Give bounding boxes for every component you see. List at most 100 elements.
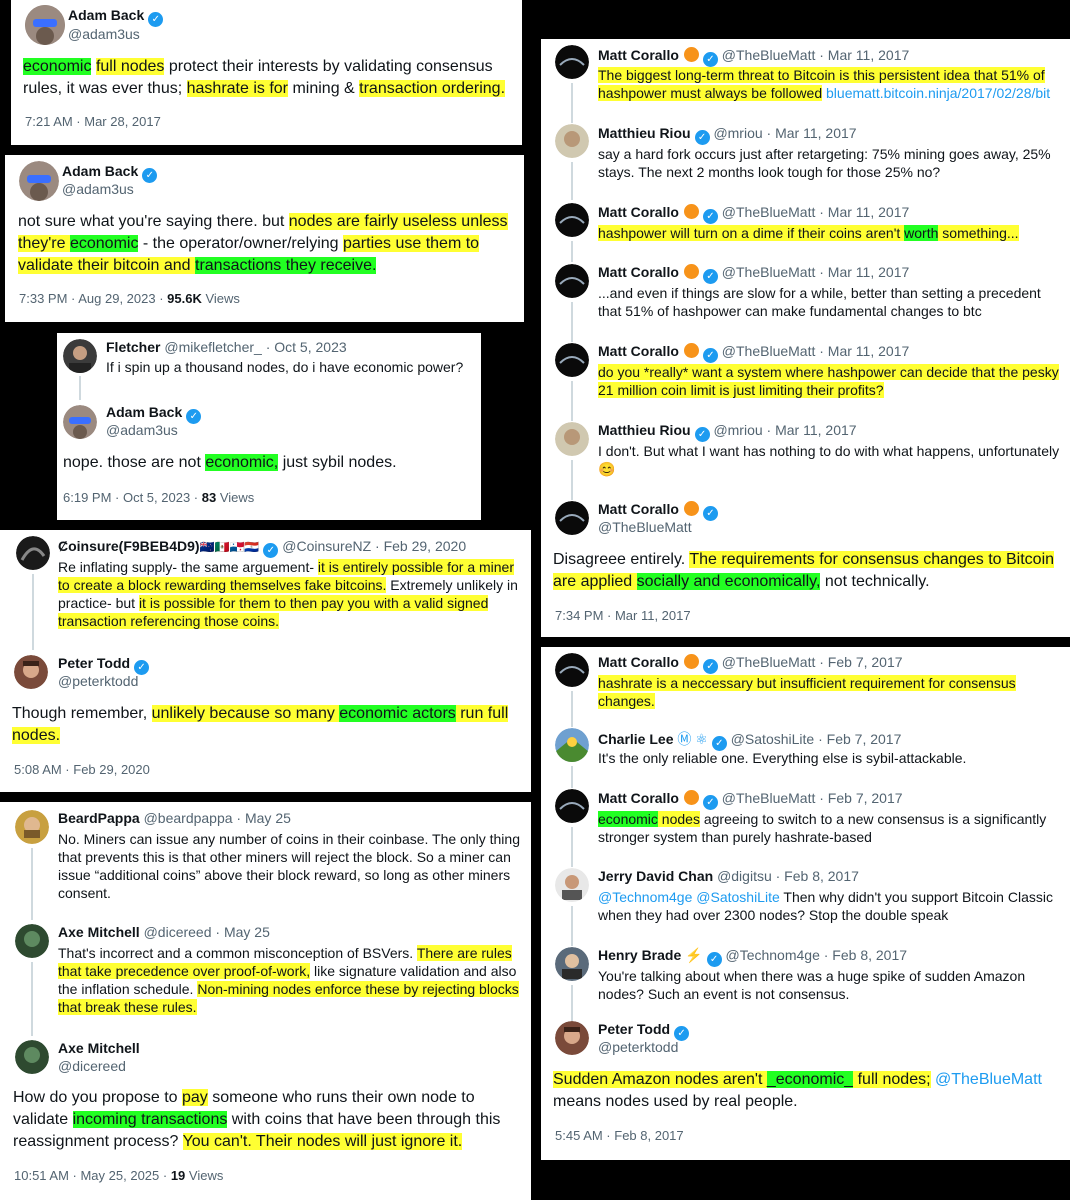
avatar[interactable] [15,924,49,958]
author-handle[interactable]: @peterktodd [58,673,138,689]
author-handle-date[interactable]: @dicereed · May 25 [144,924,270,940]
avatar[interactable] [63,405,97,439]
avatar[interactable] [63,339,97,373]
tweet-card-matt-corallo-thread-feb7: Matt Corallo ✓ @TheBlueMatt · Feb 7, 2017… [541,647,1070,1160]
mention-link[interactable]: @TheBlueMatt [935,1071,1042,1088]
text-span: That's incorrect and a common misconcept… [58,945,417,961]
avatar[interactable] [555,501,589,535]
avatar[interactable] [555,264,589,298]
author-handle-date[interactable]: @Technom4ge · Feb 8, 2017 [725,947,907,963]
author-name[interactable]: Matthieu Riou [598,422,691,438]
timestamp[interactable]: 5:08 AM · Feb 29, 2020 [14,762,150,777]
author-handle-date[interactable]: @digitsu · Feb 8, 2017 [717,868,859,884]
avatar[interactable] [14,655,48,689]
timestamp[interactable]: 7:34 PM · Mar 11, 2017 [555,608,691,623]
avatar[interactable] [555,1021,589,1055]
views-label: Views [201,291,240,306]
author-name[interactable]: Axe Mitchell [58,1040,140,1056]
author-name[interactable]: Charlie Lee [598,731,673,747]
tweet-text: It's the only reliable one. Everything e… [598,750,967,766]
timestamp[interactable]: 7:21 AM · Mar 28, 2017 [25,114,161,129]
timestamp[interactable]: 5:45 AM · Feb 8, 2017 [555,1128,684,1143]
mention-links[interactable]: @Technom4ge @SatoshiLite [598,889,780,905]
author-handle[interactable]: @peterktodd [598,1039,678,1055]
avatar[interactable] [555,45,589,79]
timestamp-views[interactable]: 10:51 AM · May 25, 2025 · 19 Views [14,1168,223,1183]
highlight-green: incoming transactions [72,1111,228,1128]
author-name[interactable]: Peter Todd [58,655,130,671]
author-handle-date[interactable]: @mriou · Mar 11, 2017 [713,422,856,438]
author-name[interactable]: Henry Brade [598,947,681,963]
avatar[interactable] [19,161,59,201]
avatar[interactable] [16,536,50,570]
author-name[interactable]: Matt Corallo [598,654,679,670]
author-name[interactable]: Jerry David Chan [598,868,713,884]
verified-badge-icon: ✓ [702,269,718,284]
avatar[interactable] [555,343,589,377]
author-name[interactable]: Adam Back [68,7,144,23]
author-name[interactable]: Matt Corallo [598,264,679,280]
author-handle-date[interactable]: @SatoshiLite · Feb 7, 2017 [731,731,902,747]
text-span: Disagreee entirely. [553,551,690,568]
author-handle-date[interactable]: @TheBlueMatt · Feb 7, 2017 [722,790,903,806]
author-name[interactable]: Peter Todd [598,1021,670,1037]
highlight-yellow: something... [938,225,1019,241]
author-handle-date[interactable]: @TheBlueMatt · Mar 11, 2017 [722,264,909,280]
author-name[interactable]: Axe Mitchell [58,924,140,940]
author-name[interactable]: Matt Corallo [598,343,679,359]
author-handle[interactable]: @dicereed [58,1058,126,1074]
highlight-yellow: nodes [657,811,700,827]
tweet-text: That's incorrect and a common misconcept… [58,944,524,1016]
author-handle[interactable]: @adam3us [106,422,178,438]
author-name[interactable]: Ȼoinsure(F9BEB4D9) [58,538,200,554]
author-handle-date[interactable]: @CoinsureNZ · Feb 29, 2020 [282,538,466,554]
avatar[interactable] [555,422,589,456]
tweet-text: economic nodes agreeing to switch to a n… [598,810,1064,846]
author-handle-date[interactable]: @mriou · Mar 11, 2017 [713,125,856,141]
link[interactable]: bluematt.bitcoin.ninja/2017/02/28/bit [826,85,1050,101]
avatar[interactable] [555,124,589,158]
avatar[interactable] [25,5,65,45]
avatar[interactable] [555,728,589,762]
avatar[interactable] [555,868,589,902]
author-handle-date[interactable]: @TheBlueMatt · Mar 11, 2017 [722,47,909,63]
author-name[interactable]: Matt Corallo [598,501,679,517]
text-span: means nodes used by real people. [553,1093,798,1110]
author-name[interactable]: Matt Corallo [598,790,679,806]
author-handle-date[interactable]: @beardpappa · May 25 [144,810,291,826]
timestamp-views[interactable]: 6:19 PM · Oct 5, 2023 · 83 Views [63,490,254,505]
views-label: Views [216,490,255,505]
avatar[interactable] [555,653,589,687]
text-span: Though remember, [12,705,152,722]
avatar[interactable] [15,1040,49,1074]
views-label: Views [185,1168,224,1183]
author-handle-date[interactable]: @TheBlueMatt · Mar 11, 2017 [722,204,909,220]
highlight-yellow: hashrate is for [186,80,289,97]
author-name[interactable]: Matt Corallo [598,204,679,220]
author-name[interactable]: Adam Back [62,163,138,179]
author-handle-date[interactable]: @mikefletcher_ · Oct 5, 2023 [164,339,346,355]
author-handle[interactable]: @TheBlueMatt [598,519,692,535]
author-name[interactable]: BeardPappa [58,810,140,826]
author-handle[interactable]: @adam3us [62,181,134,197]
author-handle[interactable]: @adam3us [68,26,140,42]
author-handle-date[interactable]: @TheBlueMatt · Feb 7, 2017 [722,654,903,670]
verified-badge-icon: ✓ [702,795,718,810]
highlight-yellow: hashpower will turn on a dime if their c… [598,225,905,241]
flag-icons: 🇳🇿🇲🇽🇵🇦🇵🇾 [199,540,260,554]
author-handle-date[interactable]: @TheBlueMatt · Mar 11, 2017 [722,343,909,359]
author-name[interactable]: Adam Back [106,404,182,420]
avatar[interactable] [555,947,589,981]
tweet-text: hashpower will turn on a dime if their c… [598,224,1064,242]
author-name[interactable]: Matt Corallo [598,47,679,63]
timestamp-views[interactable]: 7:33 PM · Aug 29, 2023 · 95.6K Views [19,291,240,306]
avatar[interactable] [555,203,589,237]
avatar[interactable] [555,789,589,823]
author-name[interactable]: Matthieu Riou [598,125,691,141]
author-name[interactable]: Fletcher [106,339,160,355]
tweet-card-fletcher-reply: Fletcher @mikefletcher_ · Oct 5, 2023 If… [57,333,481,520]
highlight-yellow: hashrate is a neccessary but insufficien… [598,675,1016,709]
avatar[interactable] [15,810,49,844]
text-span: mining & [288,80,360,97]
highlight-green: economic, [205,454,279,471]
